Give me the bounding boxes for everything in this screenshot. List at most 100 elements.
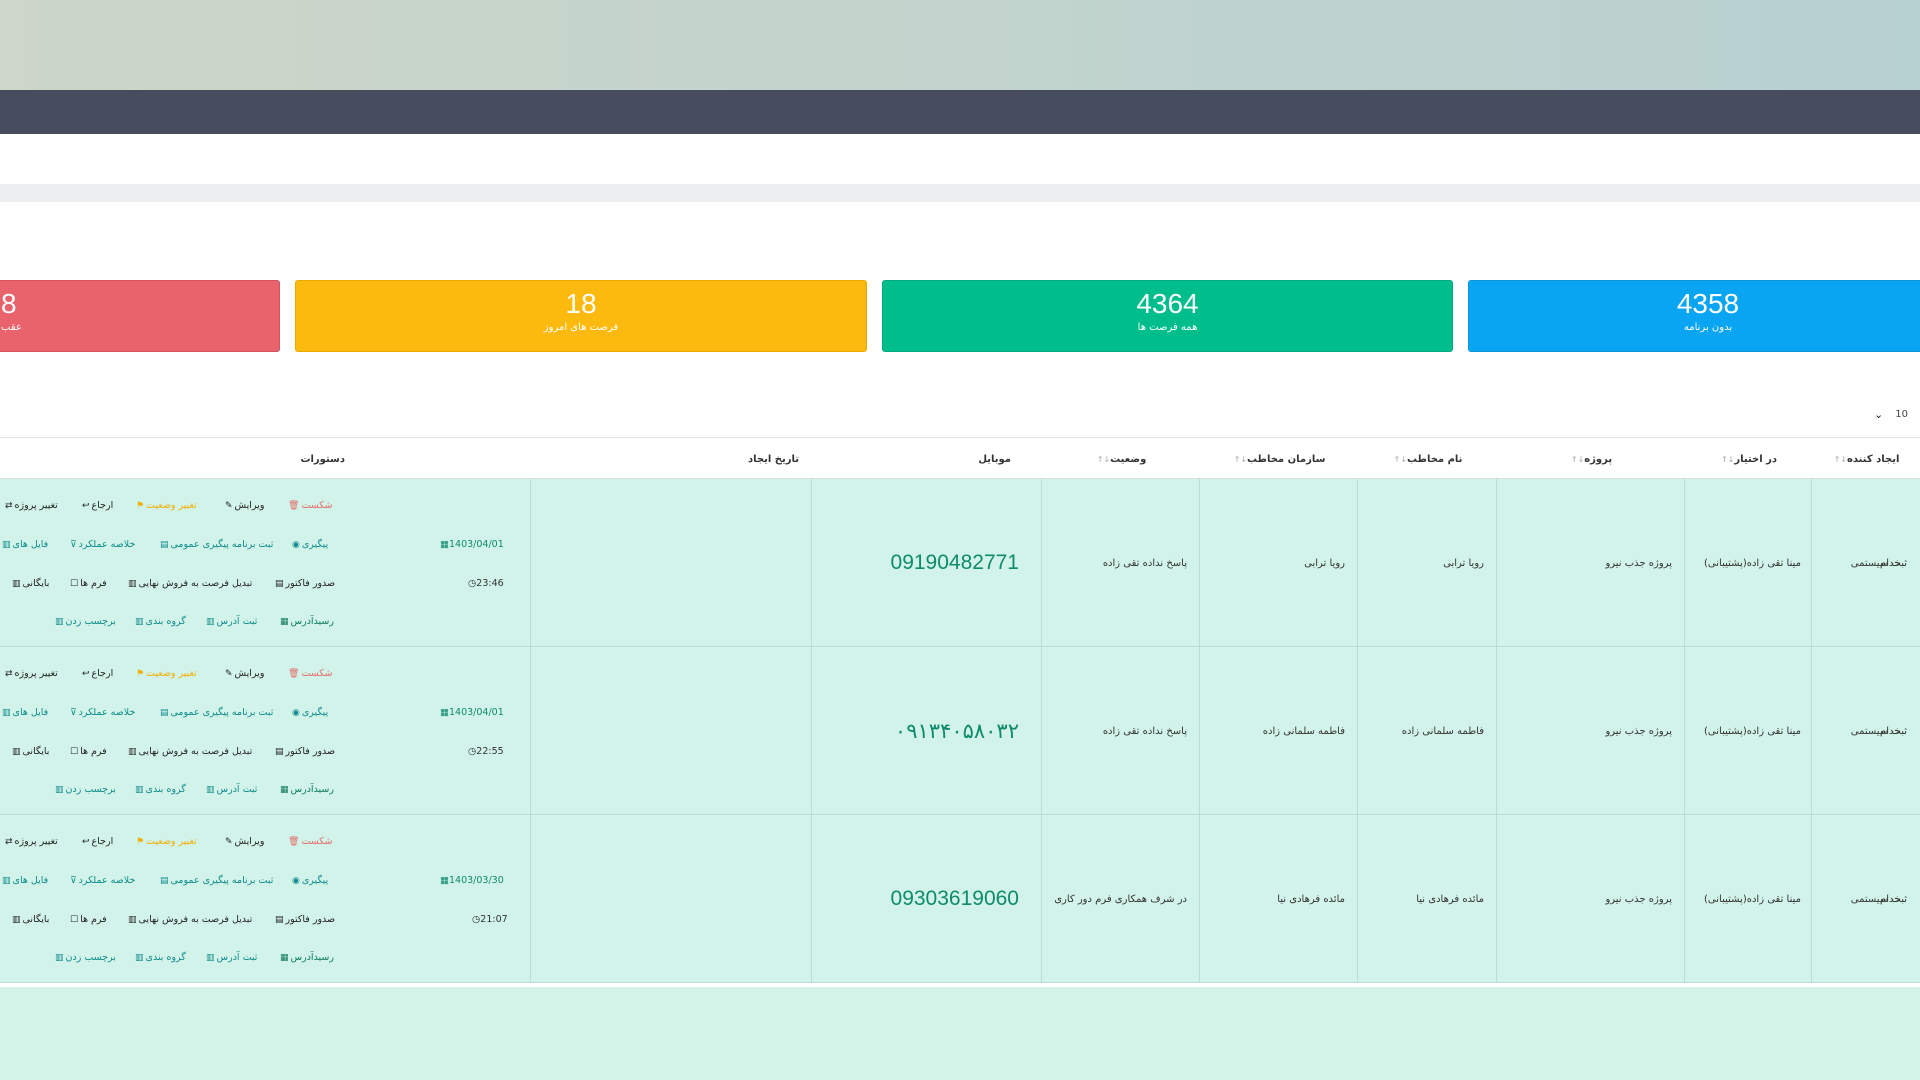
- sort-icon: ↑↓: [1233, 454, 1247, 464]
- action-archive-button[interactable]: ▥ بایگانی: [12, 578, 49, 589]
- chevron-down-icon: ⌄: [1874, 408, 1884, 421]
- action-change-project-button[interactable]: ⇄ تغییر پروژه: [5, 668, 58, 679]
- action-followup-button[interactable]: ◉ پیگیری: [292, 539, 328, 550]
- action-change-status-button[interactable]: ⚑ تغییر وضعیت: [136, 836, 197, 847]
- action-group-button[interactable]: ▥ گروه بندی: [135, 784, 186, 795]
- cell-mobile[interactable]: ۰۹۱۳۴۰۵۸۰۳۲: [811, 647, 1041, 815]
- action-receipt-button[interactable]: ▦ رسیدآدرس: [280, 616, 334, 627]
- stat-card-overdue[interactable]: 8 عقب: [0, 280, 280, 352]
- cell-creator: ثبت سیستمی: [1850, 893, 1907, 905]
- form-icon: ☐: [70, 914, 79, 925]
- action-tag-button[interactable]: ▥ برچسب زدن: [55, 952, 116, 963]
- action-address-button[interactable]: ▥ ثبت آدرس: [206, 784, 257, 795]
- col-header-assignee[interactable]: ↑↓ در اختیار: [1684, 438, 1811, 480]
- action-edit-button[interactable]: ✎ ویرایش: [225, 500, 264, 511]
- cell-status: پاسخ نداده تقی زاده: [1102, 725, 1187, 737]
- action-invoice-button[interactable]: ▤ صدور فاکتور: [275, 746, 335, 757]
- action-performance-button[interactable]: ⊽ خلاصه عملکرد: [70, 875, 135, 886]
- action-archive-button[interactable]: ▥ بایگانی: [12, 914, 49, 925]
- cell-contact-name: رویا ترابی: [1443, 557, 1484, 569]
- action-break-button[interactable]: 🗑 شکست: [288, 836, 332, 847]
- action-return-button[interactable]: ↩ ارجاع: [82, 836, 113, 847]
- cell-mobile[interactable]: 09303619060: [811, 815, 1041, 983]
- convert-icon: ▥: [128, 914, 137, 925]
- convert-icon: ▥: [128, 578, 137, 589]
- action-convert-button[interactable]: ▥ تبدیل فرصت به فروش نهایی: [128, 578, 252, 589]
- archive-icon: ▥: [12, 914, 21, 925]
- invoice-icon: ▤: [275, 578, 284, 589]
- action-convert-button[interactable]: ▥ تبدیل فرصت به فروش نهایی: [128, 914, 252, 925]
- action-group-button[interactable]: ▥ گروه بندی: [135, 616, 186, 627]
- calendar-icon: ▦: [440, 707, 449, 718]
- action-address-button[interactable]: ▥ ثبت آدرس: [206, 616, 257, 627]
- return-icon: ↩: [82, 668, 90, 679]
- action-performance-button[interactable]: ⊽ خلاصه عملکرد: [70, 539, 135, 550]
- action-forms-button[interactable]: ☐ فرم ها: [70, 914, 107, 925]
- action-forms-button[interactable]: ☐ فرم ها: [70, 746, 107, 757]
- action-tag-button[interactable]: ▥ برچسب زدن: [55, 616, 116, 627]
- page-size-value: 10: [1895, 409, 1908, 420]
- file-icon: ▥: [2, 707, 11, 718]
- cell-creator: ثبت سیستمی: [1850, 725, 1907, 737]
- col-header-project[interactable]: ↑↓ پروژه: [1496, 438, 1684, 480]
- convert-icon: ▥: [128, 746, 137, 757]
- col-header-commands: دستورات: [300, 453, 345, 465]
- status-icon: ⚑: [136, 668, 145, 679]
- table-header: ↑↓ ایجاد کننده ↑↓ در اختیار ↑↓ پروژه ↑↓ نام …: [0, 437, 1920, 479]
- receipt-icon: ▦: [280, 952, 289, 963]
- action-group-button[interactable]: ▥ گروه بندی: [135, 952, 186, 963]
- action-change-status-button[interactable]: ⚑ تغییر وضعیت: [136, 668, 197, 679]
- stat-card-all[interactable]: 4364 همه فرصت ها: [882, 280, 1453, 352]
- sort-icon: ↑↓: [1833, 454, 1847, 464]
- action-general-followup-button[interactable]: ▤ ثبت برنامه پیگیری عمومی: [160, 539, 273, 550]
- page-size-select[interactable]: ⌄ 10: [1874, 408, 1908, 421]
- stat-value: 18: [565, 288, 597, 319]
- action-files-button[interactable]: ▥ فایل های: [2, 539, 48, 550]
- trash-icon: 🗑: [288, 500, 300, 511]
- group-icon: ▥: [135, 784, 144, 795]
- action-invoice-button[interactable]: ▤ صدور فاکتور: [275, 914, 335, 925]
- cell-creator: ثبت سیستمی: [1850, 557, 1907, 569]
- action-receipt-button[interactable]: ▦ رسیدآدرس: [280, 952, 334, 963]
- opportunities-table: ↑↓ ایجاد کننده ↑↓ در اختیار ↑↓ پروژه ↑↓ نام …: [0, 437, 1920, 987]
- created-time: ◷23:46: [468, 578, 504, 589]
- action-followup-button[interactable]: ◉ پیگیری: [292, 875, 328, 886]
- action-performance-button[interactable]: ⊽ خلاصه عملکرد: [70, 707, 135, 718]
- action-tag-button[interactable]: ▥ برچسب زدن: [55, 784, 116, 795]
- action-edit-button[interactable]: ✎ ویرایش: [225, 836, 264, 847]
- action-break-button[interactable]: 🗑 شکست: [288, 500, 332, 511]
- stat-card-today[interactable]: 18 فرصت های امروز: [295, 280, 867, 352]
- address-icon: ▥: [206, 952, 215, 963]
- col-header-organization[interactable]: ↑↓ سازمان مخاطب: [1199, 438, 1357, 480]
- action-return-button[interactable]: ↩ ارجاع: [82, 500, 113, 511]
- action-convert-button[interactable]: ▥ تبدیل فرصت به فروش نهایی: [128, 746, 252, 757]
- action-general-followup-button[interactable]: ▤ ثبت برنامه پیگیری عمومی: [160, 707, 273, 718]
- action-archive-button[interactable]: ▥ بایگانی: [12, 746, 49, 757]
- created-date: ▦1403/04/01: [440, 539, 504, 550]
- action-return-button[interactable]: ↩ ارجاع: [82, 668, 113, 679]
- action-address-button[interactable]: ▥ ثبت آدرس: [206, 952, 257, 963]
- col-header-mobile[interactable]: موبایل: [811, 438, 1041, 480]
- col-header-status[interactable]: ↑↓ وضعیت: [1041, 438, 1199, 480]
- action-change-status-button[interactable]: ⚑ تغییر وضعیت: [136, 500, 197, 511]
- action-receipt-button[interactable]: ▦ رسیدآدرس: [280, 784, 334, 795]
- action-change-project-button[interactable]: ⇄ تغییر پروژه: [5, 836, 58, 847]
- action-invoice-button[interactable]: ▤ صدور فاکتور: [275, 578, 335, 589]
- col-header-created[interactable]: تاریخ ایجاد: [530, 438, 811, 480]
- cell-contact-name: مائده فرهادی نیا: [1416, 893, 1484, 905]
- col-header-creator[interactable]: ↑↓ ایجاد کننده: [1811, 438, 1919, 480]
- action-general-followup-button[interactable]: ▤ ثبت برنامه پیگیری عمومی: [160, 875, 273, 886]
- action-change-project-button[interactable]: ⇄ تغییر پروژه: [5, 500, 58, 511]
- action-files-button[interactable]: ▥ فایل های: [2, 707, 48, 718]
- action-forms-button[interactable]: ☐ فرم ها: [70, 578, 107, 589]
- stat-card-no-plan[interactable]: 4358 بدون برنامه: [1468, 280, 1920, 352]
- filter-icon: ⊽: [70, 539, 77, 550]
- action-files-button[interactable]: ▥ فایل های: [2, 875, 48, 886]
- action-edit-button[interactable]: ✎ ویرایش: [225, 668, 264, 679]
- divider: [0, 184, 1920, 202]
- trash-icon: 🗑: [288, 836, 300, 847]
- cell-mobile[interactable]: 09190482771: [811, 479, 1041, 647]
- action-break-button[interactable]: 🗑 شکست: [288, 668, 332, 679]
- action-followup-button[interactable]: ◉ پیگیری: [292, 707, 328, 718]
- col-header-contact-name[interactable]: ↑↓ نام مخاطب: [1357, 438, 1496, 480]
